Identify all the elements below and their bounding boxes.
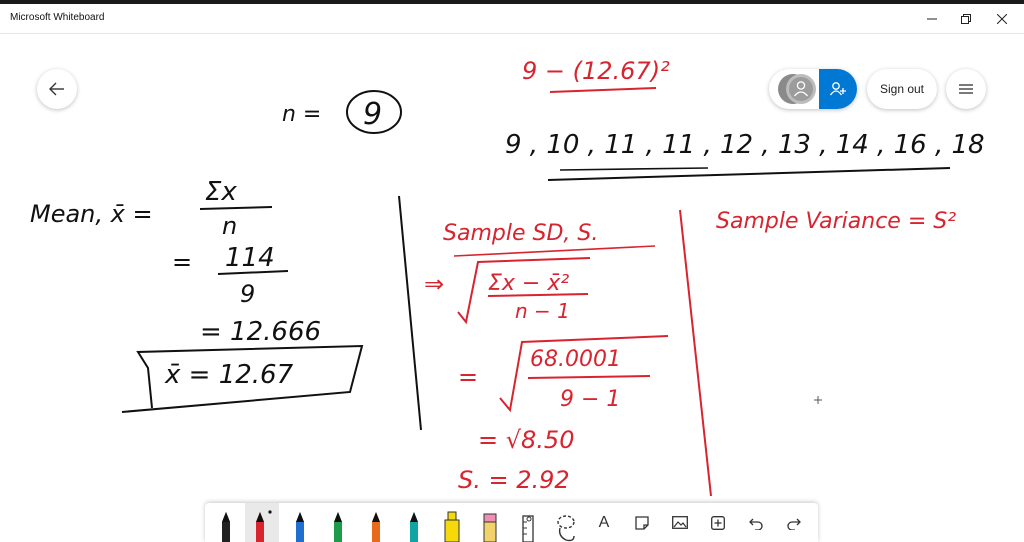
pen-teal-icon: [410, 512, 418, 542]
highlighter-icon: [444, 511, 460, 542]
divider-left: [398, 195, 422, 431]
pen-red-icon: [256, 510, 272, 542]
mean-numerator: Σx: [205, 177, 237, 207]
title-bar: Microsoft Whiteboard: [0, 0, 1024, 34]
tool-pen-green[interactable]: [321, 503, 355, 542]
divider-right: [679, 209, 712, 497]
squared-term-formula: 9 − (12.67)²: [522, 57, 670, 85]
tool-add[interactable]: [701, 503, 735, 542]
image-icon: [672, 516, 688, 529]
sd-heading-underline: [453, 245, 656, 257]
redo-icon: [787, 518, 801, 530]
undo-icon: [749, 518, 763, 530]
sd-result: S. = 2.92: [458, 466, 570, 494]
add-icon: [711, 515, 725, 530]
restore-button[interactable]: [946, 4, 986, 34]
tool-note[interactable]: [625, 503, 659, 542]
pen-orange-icon: [372, 512, 380, 542]
pen-black-icon: [222, 512, 230, 542]
cursor-crosshair-icon: [814, 396, 822, 404]
variance-heading: Sample Variance = S²: [716, 209, 956, 234]
window-top-border: [0, 0, 1024, 4]
step3-value: = 12.666: [200, 317, 321, 347]
mean-fraction-bar: [199, 206, 273, 210]
whiteboard-canvas[interactable]: n = 9 Mean, x̄ = Σx n = 114 9 = 12.666 x…: [0, 34, 1024, 504]
tool-pen-red[interactable]: [245, 503, 279, 542]
ink-toolbar: A: [205, 503, 818, 542]
mean-denominator: n: [222, 212, 237, 240]
sd-heading: Sample SD, S.: [443, 221, 598, 246]
tool-pen-black[interactable]: [209, 503, 243, 542]
formula-underline: [549, 87, 657, 93]
step2-equals: =: [172, 248, 192, 276]
tool-lasso[interactable]: [549, 503, 583, 542]
sd-line1-denominator: n − 1: [515, 299, 570, 323]
pen-blue-icon: [296, 512, 304, 542]
tool-pen-teal[interactable]: [397, 503, 431, 542]
sd-line2-prefix: =: [458, 363, 478, 391]
restore-icon: [961, 14, 971, 24]
pen-green-icon: [334, 512, 342, 542]
eraser-icon: [483, 513, 497, 542]
tool-eraser[interactable]: [473, 503, 507, 542]
tool-pen-blue[interactable]: [283, 503, 317, 542]
sd-line2-bar: [527, 375, 651, 379]
sample-variance-section: Sample Variance = S²: [716, 209, 956, 404]
mean-calculation: n = 9 Mean, x̄ = Σx n = 114 9 = 12.666 x…: [30, 90, 422, 431]
redo-button[interactable]: [777, 503, 811, 542]
ruler-icon: [522, 515, 534, 542]
sd-line1-prefix: ⇒: [424, 270, 444, 298]
sd-line3: = √8.50: [478, 426, 574, 454]
step2-denominator: 9: [240, 280, 255, 308]
tool-pen-orange[interactable]: [359, 503, 393, 542]
n-value: 9: [363, 97, 382, 132]
tool-text[interactable]: A: [587, 503, 621, 542]
sd-line1-numerator: Σx − x̄²: [488, 271, 569, 296]
lasso-icon: [557, 515, 575, 542]
n-label: n =: [282, 102, 321, 127]
step2-numerator: 114: [225, 243, 275, 273]
sd-line2-denominator: 9 − 1: [560, 387, 620, 412]
close-button[interactable]: [982, 4, 1022, 34]
mean-label: Mean, x̄ =: [30, 200, 153, 228]
tool-ruler[interactable]: [511, 503, 545, 542]
tool-highlighter[interactable]: [435, 503, 469, 542]
text-icon: A: [598, 513, 610, 531]
minimize-icon: [927, 18, 937, 20]
tool-image[interactable]: [663, 503, 697, 542]
data-section: 9 − (12.67)² 9 , 10 , 11 , 11 , 12 , 13 …: [505, 57, 985, 181]
mean-result: x̄ = 12.67: [164, 360, 294, 390]
close-icon: [997, 14, 1007, 24]
sd-line2-numerator: 68.0001: [530, 347, 621, 372]
sample-sd-calculation: Sample SD, S. ⇒ Σx − x̄² n − 1 = 68.0001…: [424, 209, 712, 497]
window-title: Microsoft Whiteboard: [10, 12, 105, 23]
undo-button[interactable]: [739, 503, 773, 542]
data-underline-short: [559, 167, 709, 171]
note-icon: [635, 515, 649, 530]
data-list: 9 , 10 , 11 , 11 , 12 , 13 , 14 , 16 , 1…: [505, 130, 985, 160]
